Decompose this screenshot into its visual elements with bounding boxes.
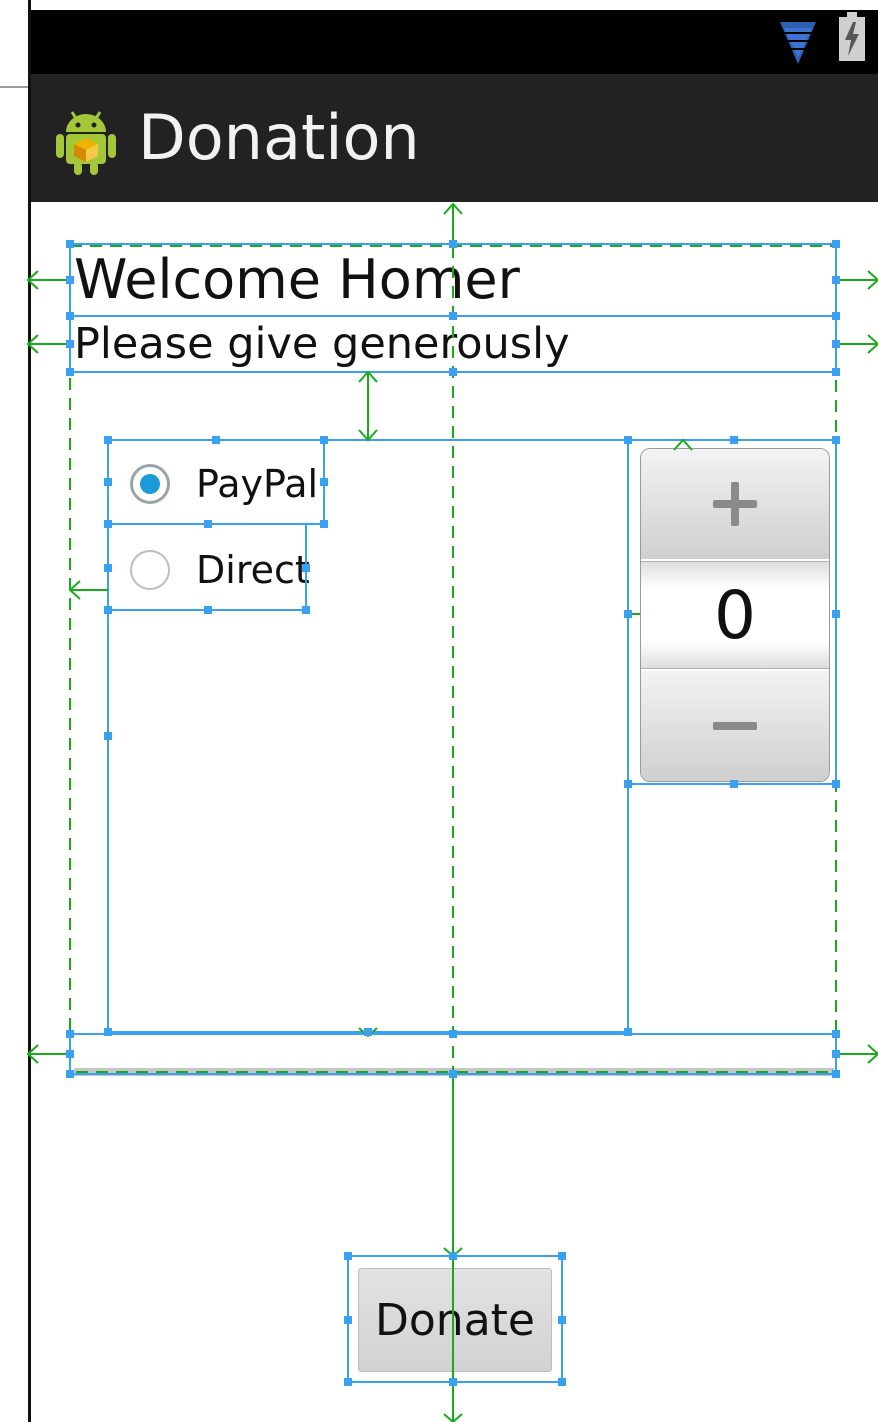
battery-charging-icon [839,12,865,61]
editor-gutter [0,0,28,1422]
increment-button[interactable] [641,449,829,559]
wifi-icon [780,22,816,64]
radio-direct[interactable]: Direct [130,546,330,626]
radio-direct-label: Direct [196,548,310,592]
radio-unchecked-icon [130,550,170,590]
editor-divider [0,86,28,88]
picker-value-field[interactable]: 0 [641,561,829,669]
app-title: Donation [138,101,420,174]
subtitle-text: Please give generously [74,319,570,369]
radio-paypal-label: PayPal [196,462,319,506]
donation-progress-bar [74,1068,834,1076]
amount-number-picker[interactable]: 0 [640,448,830,782]
plus-icon [713,482,757,526]
device-frame-edge [28,0,31,1422]
minus-icon [713,722,757,730]
android-app-icon [56,111,116,175]
payment-method-radio-group: PayPal Direct [108,440,328,612]
radio-paypal[interactable]: PayPal [130,460,330,540]
picker-value: 0 [714,576,756,654]
welcome-text: Welcome Homer [74,248,520,311]
donate-button[interactable]: Donate [358,1268,552,1372]
radio-checked-icon [130,464,170,504]
decrement-button[interactable] [641,671,829,781]
status-bar [31,10,878,74]
